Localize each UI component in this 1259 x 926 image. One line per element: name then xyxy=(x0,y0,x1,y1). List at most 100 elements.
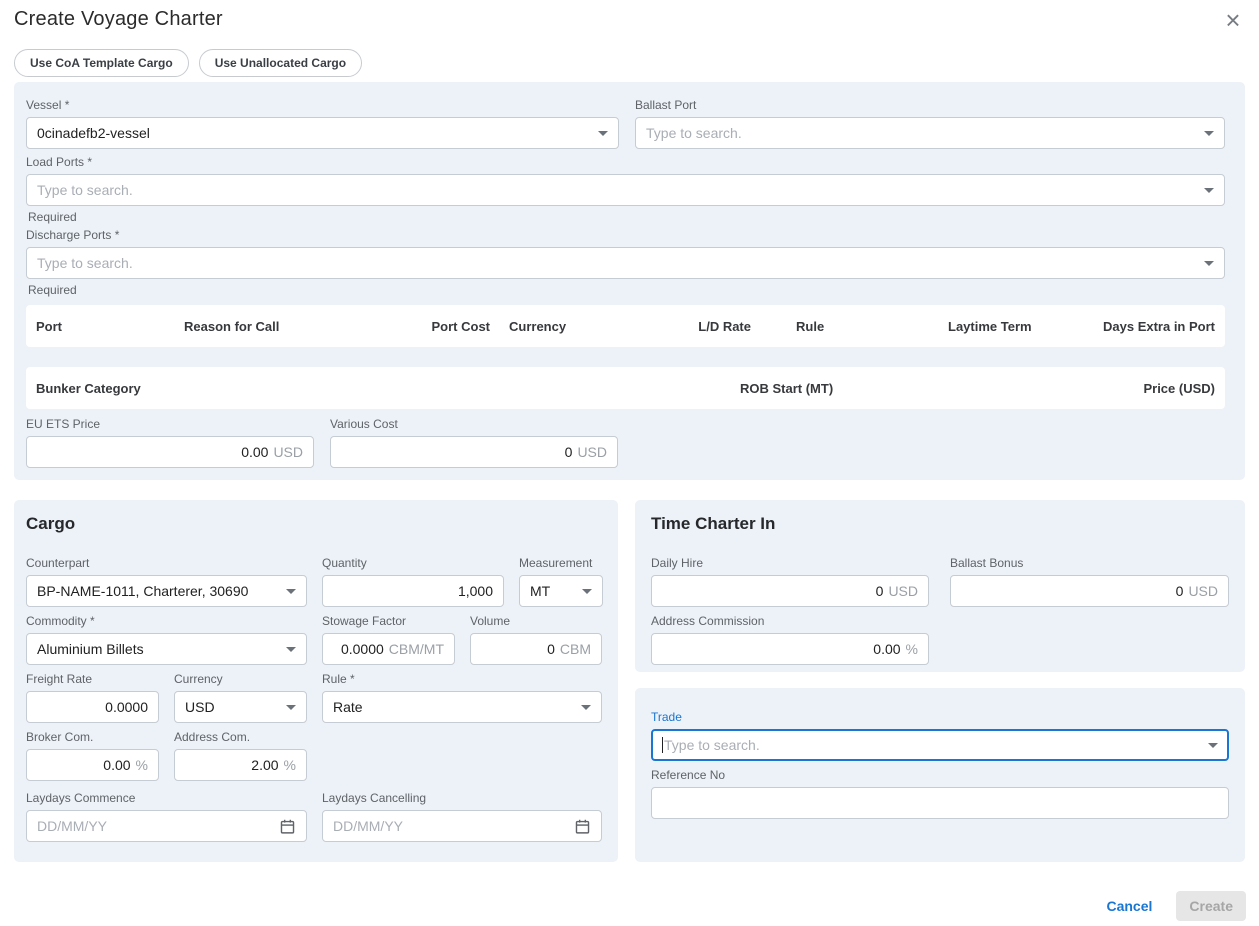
ports-col-reason: Reason for Call xyxy=(184,319,414,334)
trade-input[interactable]: Type to search. xyxy=(651,729,1229,761)
currency-field: Currency USD xyxy=(174,672,307,723)
voyage-details-section: Vessel * 0cinadefb2-vessel Ballast Port … xyxy=(14,82,1245,480)
calendar-icon[interactable] xyxy=(279,818,296,835)
commodity-field: Commodity * Aluminium Billets xyxy=(26,614,307,665)
eu-ets-price-label: EU ETS Price xyxy=(26,417,314,431)
counterpart-label: Counterpart xyxy=(26,556,307,570)
various-cost-label: Various Cost xyxy=(330,417,618,431)
stowage-factor-field: Stowage Factor 0.0000 CBM/MT xyxy=(322,614,455,665)
address-commission-unit: % xyxy=(906,641,918,657)
laydays-commence-input[interactable]: DD/MM/YY xyxy=(26,810,307,842)
ports-col-days-extra: Days Extra in Port xyxy=(1098,319,1215,334)
commodity-select[interactable]: Aluminium Billets xyxy=(26,633,307,665)
chevron-down-icon xyxy=(1204,131,1214,136)
daily-hire-label: Daily Hire xyxy=(651,556,929,570)
reference-no-input[interactable] xyxy=(651,787,1229,819)
broker-com-input[interactable]: 0.00 % xyxy=(26,749,159,781)
discharge-ports-label: Discharge Ports * xyxy=(26,228,1225,242)
ports-col-laytime-term: Laytime Term xyxy=(948,319,1098,334)
laydays-cancelling-label: Laydays Cancelling xyxy=(322,791,602,805)
various-cost-input[interactable]: 0 USD xyxy=(330,436,618,468)
eu-ets-price-field: EU ETS Price 0.00 USD xyxy=(26,417,314,468)
laydays-commence-label: Laydays Commence xyxy=(26,791,307,805)
ballast-port-field: Ballast Port Type to search. xyxy=(635,98,1225,149)
vessel-field: Vessel * 0cinadefb2-vessel xyxy=(26,98,619,149)
stowage-factor-input[interactable]: 0.0000 CBM/MT xyxy=(322,633,455,665)
load-ports-label: Load Ports * xyxy=(26,155,1225,169)
use-unallocated-cargo-button[interactable]: Use Unallocated Cargo xyxy=(199,49,362,77)
page-title: Create Voyage Charter xyxy=(14,8,223,31)
ballast-bonus-input[interactable]: 0 USD xyxy=(950,575,1229,607)
quantity-field: Quantity 1,000 xyxy=(322,556,504,607)
load-ports-input[interactable]: Type to search. xyxy=(26,174,1225,206)
eu-ets-price-value: 0.00 xyxy=(241,444,268,460)
daily-hire-input[interactable]: 0 USD xyxy=(651,575,929,607)
use-coa-template-cargo-button[interactable]: Use CoA Template Cargo xyxy=(14,49,189,77)
laydays-commence-placeholder: DD/MM/YY xyxy=(37,818,271,834)
currency-select[interactable]: USD xyxy=(174,691,307,723)
currency-label: Currency xyxy=(174,672,307,686)
reference-no-field: Reference No xyxy=(651,768,1229,819)
bunker-table-header: Bunker Category ROB Start (MT) Price (US… xyxy=(26,367,1225,409)
address-com-input[interactable]: 2.00 % xyxy=(174,749,307,781)
chevron-down-icon xyxy=(581,705,591,710)
volume-value: 0 xyxy=(547,641,555,657)
reference-no-label: Reference No xyxy=(651,768,1229,782)
calendar-icon[interactable] xyxy=(574,818,591,835)
vessel-select[interactable]: 0cinadefb2-vessel xyxy=(26,117,619,149)
eu-ets-price-unit: USD xyxy=(273,444,303,460)
volume-input[interactable]: 0 CBM xyxy=(470,633,602,665)
ballast-bonus-unit: USD xyxy=(1188,583,1218,599)
load-ports-placeholder: Type to search. xyxy=(37,182,1196,198)
broker-com-unit: % xyxy=(136,757,148,773)
discharge-ports-required-note: Required xyxy=(28,283,1225,297)
discharge-ports-input[interactable]: Type to search. xyxy=(26,247,1225,279)
close-icon[interactable]: × xyxy=(1217,4,1249,36)
address-commission-input[interactable]: 0.00 % xyxy=(651,633,929,665)
address-commission-label: Address Commission xyxy=(651,614,929,628)
chevron-down-icon xyxy=(286,647,296,652)
load-ports-field: Load Ports * Type to search. Required xyxy=(26,155,1225,224)
rule-select[interactable]: Rate xyxy=(322,691,602,723)
ballast-bonus-label: Ballast Bonus xyxy=(950,556,1229,570)
laydays-cancelling-placeholder: DD/MM/YY xyxy=(333,818,566,834)
chevron-down-icon xyxy=(286,589,296,594)
time-charter-in-section: Time Charter In Daily Hire 0 USD Ballast… xyxy=(635,500,1245,672)
create-button[interactable]: Create xyxy=(1176,891,1246,921)
measurement-field: Measurement MT xyxy=(519,556,603,607)
quantity-label: Quantity xyxy=(322,556,504,570)
address-com-field: Address Com. 2.00 % xyxy=(174,730,307,781)
ballast-bonus-field: Ballast Bonus 0 USD xyxy=(950,556,1229,607)
dialog-footer: Cancel Create xyxy=(1096,891,1246,921)
bunker-col-category: Bunker Category xyxy=(36,381,740,396)
ports-col-rule: Rule xyxy=(751,319,948,334)
eu-ets-price-input[interactable]: 0.00 USD xyxy=(26,436,314,468)
measurement-select[interactable]: MT xyxy=(519,575,603,607)
currency-value: USD xyxy=(185,699,278,715)
ballast-port-placeholder: Type to search. xyxy=(646,125,1196,141)
quantity-input[interactable]: 1,000 xyxy=(322,575,504,607)
trade-section: Trade Type to search. Reference No xyxy=(635,688,1245,862)
freight-rate-value: 0.0000 xyxy=(105,699,148,715)
laydays-cancelling-input[interactable]: DD/MM/YY xyxy=(322,810,602,842)
text-cursor xyxy=(662,737,663,753)
daily-hire-unit: USD xyxy=(888,583,918,599)
ballast-port-label: Ballast Port xyxy=(635,98,1225,112)
cancel-button[interactable]: Cancel xyxy=(1096,892,1162,920)
rule-field: Rule * Rate xyxy=(322,672,602,723)
chevron-down-icon xyxy=(1204,261,1214,266)
freight-rate-input[interactable]: 0.0000 xyxy=(26,691,159,723)
counterpart-select[interactable]: BP-NAME-1011, Charterer, 30690 xyxy=(26,575,307,607)
ports-col-currency: Currency xyxy=(490,319,615,334)
various-cost-value: 0 xyxy=(565,444,573,460)
commodity-label: Commodity * xyxy=(26,614,307,628)
trade-field: Trade Type to search. xyxy=(651,710,1229,761)
discharge-ports-field: Discharge Ports * Type to search. Requir… xyxy=(26,228,1225,297)
broker-com-field: Broker Com. 0.00 % xyxy=(26,730,159,781)
trade-label: Trade xyxy=(651,710,1229,724)
ballast-bonus-value: 0 xyxy=(1176,583,1184,599)
ports-col-port: Port xyxy=(36,319,184,334)
ballast-port-input[interactable]: Type to search. xyxy=(635,117,1225,149)
chevron-down-icon xyxy=(598,131,608,136)
rule-value: Rate xyxy=(333,699,573,715)
